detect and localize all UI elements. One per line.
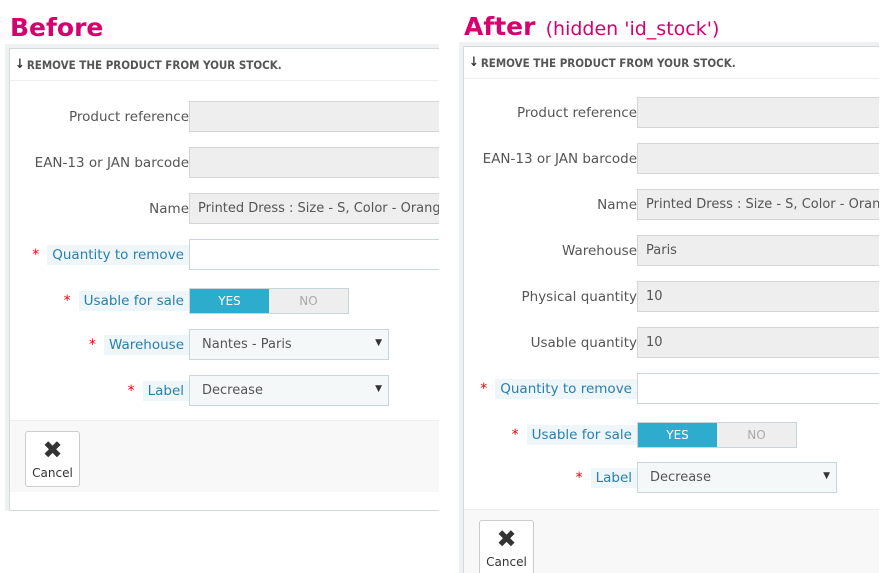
after-physical-quantity-field[interactable]: 10 xyxy=(637,281,879,312)
before-row-name: Name Printed Dress : Size - S, Color - O… xyxy=(10,193,439,225)
after-row-usable-quantity: Usable quantity 10 xyxy=(464,327,879,359)
after-label-select-value: Decrease xyxy=(650,470,711,485)
after-panel: ↓ REMOVE THE PRODUCT FROM YOUR STOCK. Pr… xyxy=(463,46,879,573)
before-product-reference-field[interactable] xyxy=(189,101,439,132)
before-heading-text: Before xyxy=(10,13,104,42)
required-star: * xyxy=(63,293,71,309)
required-star: * xyxy=(511,427,519,443)
after-label-usable-for-sale: Usable for sale xyxy=(526,425,637,445)
after-ean13-field[interactable] xyxy=(637,143,879,174)
after-label-quantity-to-remove: Quantity to remove xyxy=(495,379,637,399)
after-label-product-reference: Product reference xyxy=(516,105,637,121)
before-warehouse-value: Nantes - Paris xyxy=(202,337,292,352)
before-cancel-label: Cancel xyxy=(32,466,73,480)
before-label-label-wrap: * Label xyxy=(128,375,189,407)
before-panel-title: REMOVE THE PRODUCT FROM YOUR STOCK. xyxy=(26,57,282,72)
after-label-usable-quantity: Usable quantity xyxy=(530,335,637,351)
after-panel-title: REMOVE THE PRODUCT FROM YOUR STOCK. xyxy=(480,55,736,70)
after-usable-for-sale-toggle[interactable]: YES NO xyxy=(637,422,797,448)
after-row-name: Name Printed Dress : Size - S, Color - O… xyxy=(464,189,879,221)
arrow-down-icon: ↓ xyxy=(15,57,25,72)
after-quantity-to-remove-input[interactable] xyxy=(637,373,879,404)
after-label-warehouse: Warehouse xyxy=(561,243,637,259)
required-star: * xyxy=(480,381,488,397)
before-row-ean13: EAN-13 or JAN barcode xyxy=(10,147,439,179)
after-toggle-yes[interactable]: YES xyxy=(638,423,717,447)
before-panel-header: ↓ REMOVE THE PRODUCT FROM YOUR STOCK. xyxy=(10,49,439,81)
caret-down-icon: ▼ xyxy=(375,384,382,394)
after-heading-note: (hidden 'id_stock') xyxy=(545,18,720,40)
after-row-usable-for-sale: * Usable for sale YES NO xyxy=(464,419,879,451)
after-row-label: * Label Decrease ▼ xyxy=(464,462,879,494)
required-star: * xyxy=(575,470,583,486)
before-label-ean13: EAN-13 or JAN barcode xyxy=(34,155,189,171)
before-label-quantity-to-remove: Quantity to remove xyxy=(47,245,189,265)
before-heading: Before xyxy=(10,13,103,42)
before-row-usable-for-sale: * Usable for sale YES NO xyxy=(10,285,439,317)
required-star: * xyxy=(88,337,96,353)
before-label-select-value: Decrease xyxy=(202,383,263,398)
before-row-quantity-to-remove: * Quantity to remove xyxy=(10,239,439,271)
after-label-usable-for-sale-wrap: * Usable for sale xyxy=(512,422,637,448)
close-icon: ✖ xyxy=(496,525,517,553)
after-name-field[interactable]: Printed Dress : Size - S, Color - Orange xyxy=(637,189,879,220)
after-warehouse-field[interactable]: Paris xyxy=(637,235,879,266)
after-panel-wrap: ↓ REMOVE THE PRODUCT FROM YOUR STOCK. Pr… xyxy=(459,42,879,573)
after-label-quantity-to-remove-wrap: * Quantity to remove xyxy=(480,373,637,405)
required-star: * xyxy=(32,247,40,263)
before-toggle-no[interactable]: NO xyxy=(269,289,348,313)
before-warehouse-select[interactable]: Nantes - Paris ▼ xyxy=(189,329,389,360)
caret-down-icon: ▼ xyxy=(375,338,382,348)
before-row-product-reference: Product reference xyxy=(10,101,439,133)
before-label-product-reference: Product reference xyxy=(68,109,189,125)
before-label-warehouse: Warehouse xyxy=(103,335,189,355)
after-label-select[interactable]: Decrease ▼ xyxy=(637,462,837,493)
after-cancel-button[interactable]: ✖ Cancel xyxy=(479,520,534,573)
required-star: * xyxy=(127,383,135,399)
before-row-warehouse: * Warehouse Nantes - Paris ▼ xyxy=(10,329,439,361)
before-label-usable-for-sale: Usable for sale xyxy=(78,291,189,311)
caret-down-icon: ▼ xyxy=(823,471,830,481)
before-cancel-button[interactable]: ✖ Cancel xyxy=(25,431,80,487)
after-row-warehouse: Warehouse Paris xyxy=(464,235,879,267)
before-panel-footer: ✖ Cancel xyxy=(10,420,439,492)
before-ean13-field[interactable] xyxy=(189,147,439,178)
after-toggle-no[interactable]: NO xyxy=(717,423,796,447)
after-product-reference-field[interactable] xyxy=(637,97,879,128)
before-usable-for-sale-toggle[interactable]: YES NO xyxy=(189,288,349,314)
after-row-product-reference: Product reference xyxy=(464,97,879,129)
after-label-physical-quantity: Physical quantity xyxy=(521,289,638,305)
after-cancel-label: Cancel xyxy=(486,555,527,569)
after-usable-quantity-field[interactable]: 10 xyxy=(637,327,879,358)
before-panel-wrap: ↓ REMOVE THE PRODUCT FROM YOUR STOCK. Pr… xyxy=(5,44,439,511)
after-label-ean13: EAN-13 or JAN barcode xyxy=(482,151,637,167)
after-label-name: Name xyxy=(597,197,637,213)
before-label-warehouse-wrap: * Warehouse xyxy=(89,329,189,361)
before-label-label: Label xyxy=(142,381,189,401)
before-row-label: * Label Decrease ▼ xyxy=(10,375,439,407)
arrow-down-icon: ↓ xyxy=(469,55,479,70)
close-icon: ✖ xyxy=(42,436,63,464)
before-toggle-yes[interactable]: YES xyxy=(190,289,269,313)
before-name-field[interactable]: Printed Dress : Size - S, Color - Orange xyxy=(189,193,439,224)
before-panel: ↓ REMOVE THE PRODUCT FROM YOUR STOCK. Pr… xyxy=(9,48,439,511)
after-row-physical-quantity: Physical quantity 10 xyxy=(464,281,879,313)
after-panel-footer: ✖ Cancel xyxy=(464,509,879,573)
before-label-usable-for-sale-wrap: * Usable for sale xyxy=(64,288,189,314)
after-heading: After (hidden 'id_stock') xyxy=(464,12,719,41)
before-quantity-to-remove-input[interactable] xyxy=(189,239,439,270)
after-row-ean13: EAN-13 or JAN barcode xyxy=(464,143,879,175)
before-label-quantity-to-remove-wrap: * Quantity to remove xyxy=(32,239,189,271)
before-label-name: Name xyxy=(149,201,189,217)
after-row-quantity-to-remove: * Quantity to remove xyxy=(464,373,879,405)
after-label-label: Label xyxy=(590,468,637,488)
after-panel-header: ↓ REMOVE THE PRODUCT FROM YOUR STOCK. xyxy=(464,47,879,79)
after-heading-text: After xyxy=(464,12,536,41)
before-label-select[interactable]: Decrease ▼ xyxy=(189,375,389,406)
after-label-label-wrap: * Label xyxy=(576,462,637,494)
